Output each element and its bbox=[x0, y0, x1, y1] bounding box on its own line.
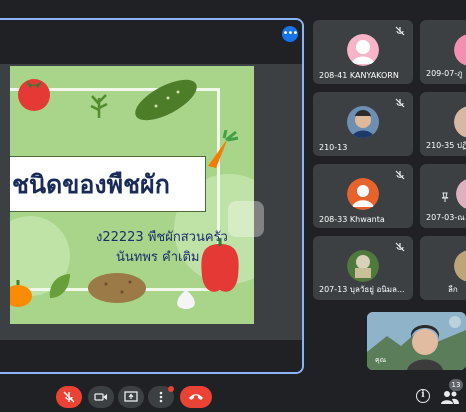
avatar bbox=[347, 178, 379, 210]
present-button[interactable] bbox=[118, 386, 144, 408]
participant-tile[interactable]: ลีก bbox=[420, 236, 466, 300]
notification-dot bbox=[168, 386, 174, 392]
participant-tile[interactable]: 208-33 Khwanta bbox=[313, 164, 413, 228]
participant-name: 207-13 บุลวัธยู่ อนิมล... bbox=[319, 285, 405, 294]
people-icon[interactable] bbox=[440, 388, 460, 406]
participant-name: 209-07-ภู bbox=[426, 69, 463, 78]
avatar bbox=[454, 106, 466, 138]
participant-tile[interactable]: 207-03-ณ bbox=[420, 164, 466, 228]
participant-tile[interactable]: 208-41 KANYAKORN bbox=[313, 20, 413, 84]
present-icon bbox=[124, 391, 138, 402]
end-call-icon bbox=[189, 394, 203, 400]
info-icon[interactable]: i bbox=[416, 389, 430, 403]
participant-tile[interactable]: 210-35 ปฏิ bbox=[420, 92, 466, 156]
participant-name: ลีก bbox=[448, 285, 458, 294]
slide-title: ชนิดของพืชผัก bbox=[12, 170, 170, 199]
mic-off-icon bbox=[395, 170, 405, 180]
herb-icon bbox=[90, 94, 108, 118]
camera-icon bbox=[94, 393, 107, 401]
participant-name: 207-03-ณ bbox=[426, 213, 465, 222]
presentation-top-band bbox=[0, 20, 302, 64]
self-view[interactable]: คุณ bbox=[367, 312, 466, 370]
participant-tile[interactable]: 207-13 บุลวัธยู่ อนิมล... bbox=[313, 236, 413, 300]
avatar bbox=[347, 106, 379, 138]
presentation-handle[interactable] bbox=[228, 201, 264, 237]
avatar bbox=[456, 178, 466, 210]
avatar bbox=[347, 250, 379, 282]
mic-off-icon bbox=[395, 98, 405, 108]
meeting-window: ••• ชนิดของพืชผัก ง22223 พืชผักสวนครัว น… bbox=[0, 0, 466, 412]
more-icon bbox=[159, 391, 163, 403]
tomato-icon bbox=[18, 79, 50, 111]
participant-name: 208-41 KANYAKORN bbox=[319, 71, 399, 80]
pumpkin-icon bbox=[10, 280, 32, 307]
participant-tile[interactable]: 210-13 bbox=[313, 92, 413, 156]
cucumber-icon bbox=[135, 79, 197, 121]
presentation-bottom-band bbox=[0, 340, 302, 372]
mic-off-icon bbox=[395, 26, 405, 36]
potato-icon bbox=[88, 273, 146, 303]
more-options-button[interactable]: ••• bbox=[282, 26, 298, 42]
slide-subtitle-teacher: นันทพร คำเติม bbox=[116, 250, 200, 265]
mic-off-icon bbox=[63, 391, 75, 403]
garlic-icon bbox=[177, 290, 195, 309]
mic-off-icon bbox=[395, 242, 405, 252]
participant-name: 210-35 ปฏิ bbox=[426, 141, 466, 150]
camera-toggle-button[interactable] bbox=[88, 386, 114, 408]
slide-subtitle-course: ง22223 พืชผักสวนครัว bbox=[96, 230, 228, 245]
participant-name: 210-13 bbox=[319, 143, 348, 152]
presentation-panel[interactable]: ••• ชนิดของพืชผัก ง22223 พืชผักสวนครัว น… bbox=[0, 18, 304, 374]
participant-name: 208-33 Khwanta bbox=[319, 215, 385, 224]
participant-tile[interactable]: 209-07-ภู bbox=[420, 20, 466, 84]
avatar bbox=[454, 250, 466, 282]
end-call-button[interactable] bbox=[180, 386, 212, 408]
slide: ชนิดของพืชผัก ง22223 พืชผักสวนครัว นันทพ… bbox=[10, 66, 254, 324]
slide-title-box: ชนิดของพืชผัก bbox=[10, 156, 206, 212]
more-actions-button[interactable] bbox=[148, 386, 174, 408]
leaf-icon bbox=[49, 274, 70, 298]
avatar bbox=[347, 34, 379, 66]
carrot-icon bbox=[208, 130, 239, 168]
mic-toggle-button[interactable] bbox=[56, 386, 82, 408]
self-name: คุณ bbox=[375, 356, 387, 364]
pin-icon bbox=[441, 192, 449, 202]
avatar bbox=[454, 34, 466, 66]
